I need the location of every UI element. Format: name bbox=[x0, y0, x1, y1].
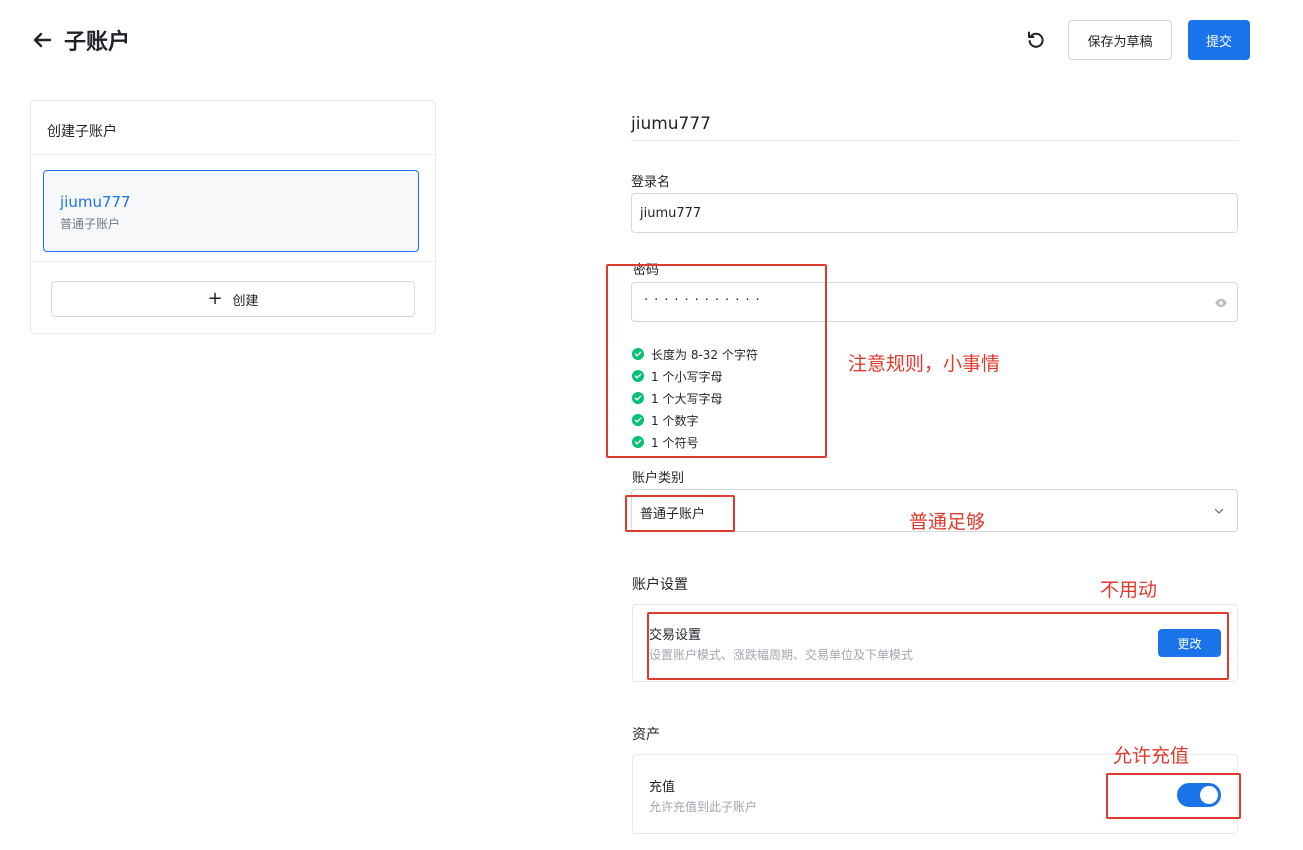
deposit-desc: 允许充值到此子账户 bbox=[649, 800, 758, 814]
annotation-type-note: 普通足够 bbox=[909, 511, 986, 533]
subaccount-name: jiumu777 bbox=[60, 193, 131, 211]
annotation-settings-note: 不用动 bbox=[1100, 579, 1158, 601]
assets-label: 资产 bbox=[632, 727, 660, 743]
submit-button[interactable]: 提交 bbox=[1188, 20, 1250, 60]
arrow-left-icon[interactable] bbox=[30, 28, 54, 52]
annotation-password-note: 注意规则，小事情 bbox=[848, 353, 1001, 375]
subaccount-list-panel: 创建子账户 jiumu777 普通子账户 + 创建 bbox=[30, 100, 436, 334]
login-name-input[interactable]: jiumu777 bbox=[631, 193, 1238, 233]
divider bbox=[31, 261, 435, 262]
plus-icon: + bbox=[207, 288, 223, 309]
refresh-icon[interactable] bbox=[1024, 28, 1048, 52]
account-type-label: 账户类别 bbox=[632, 471, 685, 486]
login-name-label: 登录名 bbox=[631, 175, 671, 190]
save-draft-button[interactable]: 保存为草稿 bbox=[1068, 20, 1172, 60]
panel-heading: 创建子账户 bbox=[47, 124, 117, 140]
login-name-value: jiumu777 bbox=[640, 206, 702, 221]
eye-icon[interactable] bbox=[1214, 296, 1228, 310]
annotation-box-settings bbox=[647, 612, 1229, 680]
divider bbox=[631, 140, 1238, 141]
chevron-down-icon bbox=[1214, 508, 1224, 514]
create-button-label: 创建 bbox=[232, 293, 259, 309]
create-subaccount-button[interactable]: + 创建 bbox=[51, 281, 415, 317]
subaccount-type: 普通子账户 bbox=[60, 217, 121, 231]
annotation-deposit-note: 允许充值 bbox=[1113, 745, 1190, 767]
account-settings-label: 账户设置 bbox=[632, 577, 688, 593]
form-heading: jiumu777 bbox=[631, 114, 712, 134]
annotation-box-type bbox=[625, 495, 735, 532]
annotation-box-deposit bbox=[1106, 773, 1241, 819]
annotation-box-password bbox=[606, 264, 827, 458]
divider bbox=[31, 154, 435, 155]
subaccount-card[interactable]: jiumu777 普通子账户 bbox=[43, 170, 419, 252]
page-title: 子账户 bbox=[64, 30, 131, 55]
deposit-title: 充值 bbox=[649, 780, 676, 795]
